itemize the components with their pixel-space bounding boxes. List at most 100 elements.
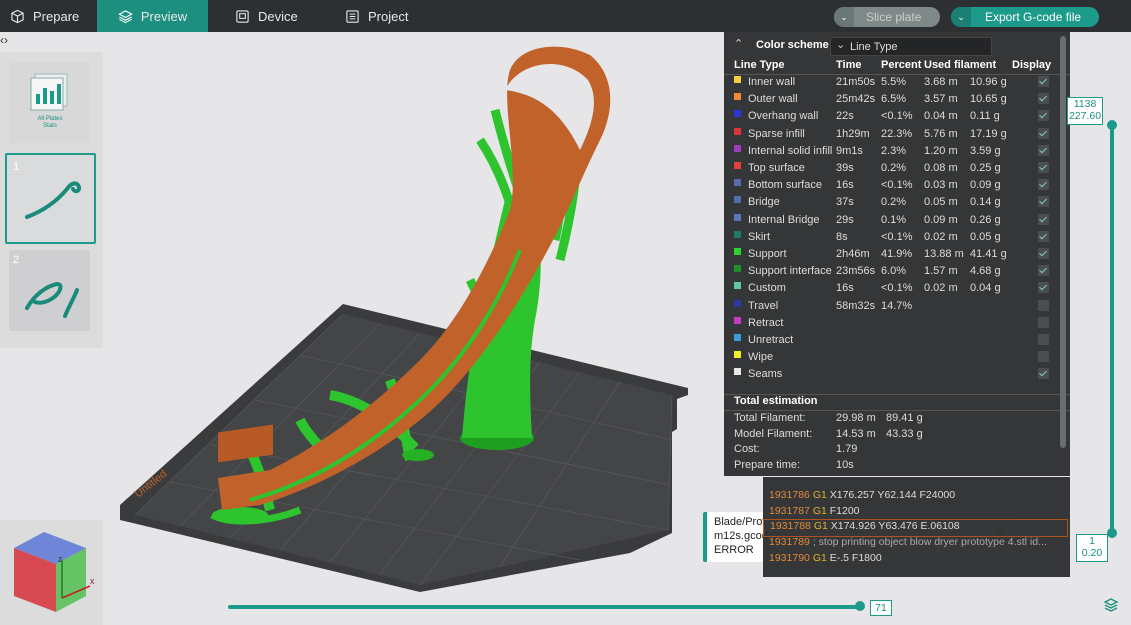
legend-row[interactable]: Retract [724, 316, 1070, 334]
bottom-layer-label: 1 0.20 [1076, 534, 1108, 562]
line-type-time: 37s [836, 196, 854, 209]
gcode-line-number: 1931786 [769, 489, 810, 501]
legend-row[interactable]: Support 2h46m 41.9% 13.88 m 41.41 g [724, 248, 1070, 265]
move-slider[interactable] [228, 601, 865, 611]
display-checkbox[interactable] [1038, 213, 1049, 225]
gcode-line: 1931789 ; stop printing object blow drye… [769, 536, 1047, 552]
display-checkbox[interactable] [1038, 76, 1049, 87]
line-type-weight: 0.25 g [970, 162, 1001, 174]
tab-prepare[interactable]: Prepare [10, 0, 79, 32]
color-swatch [734, 282, 741, 290]
export-gcode-button[interactable]: ⌄ Export G-code file [951, 7, 1099, 27]
total-value-1: 10s [836, 458, 854, 471]
line-type-weight: 10.96 g [970, 76, 1007, 88]
line-type-weight: 0.04 g [970, 282, 1001, 295]
display-checkbox[interactable] [1038, 351, 1049, 363]
legend-row[interactable]: Support interface 23m56s 6.0% 1.57 m 4.68 g [724, 265, 1070, 282]
plate-1-thumbnail[interactable]: 1 [5, 153, 96, 244]
display-checkbox[interactable] [1038, 110, 1049, 122]
legend-scrollbar[interactable] [1060, 36, 1066, 448]
legend-row[interactable]: Outer wall 25m42s 6.5% 3.57 m 10.65 g [724, 93, 1070, 110]
legend-row[interactable]: Unretract [724, 334, 1070, 351]
line-type-length: 0.02 m [924, 230, 958, 243]
legend-row[interactable]: Custom 16s <0.1% 0.02 m 0.04 g [724, 282, 1070, 299]
color-swatch [734, 127, 741, 135]
line-type-weight: 41.41 g [970, 248, 1007, 260]
legend-row[interactable]: Bridge 37s 0.2% 0.05 m 0.14 g [724, 196, 1070, 213]
layer-slider-bottom-thumb[interactable] [1107, 528, 1117, 538]
legend-row[interactable]: Overhang wall 22s <0.1% 0.04 m 0.11 g [724, 110, 1070, 127]
line-type-name: Custom [748, 282, 786, 295]
plate-2-thumbnail[interactable]: 2 [9, 250, 90, 331]
slice-dropdown-icon[interactable]: ⌄ [834, 7, 854, 27]
export-dropdown-icon[interactable]: ⌄ [951, 7, 971, 27]
support-foot [402, 449, 434, 461]
color-swatch [734, 334, 741, 341]
legend-row[interactable]: Skirt 8s <0.1% 0.02 m 0.05 g [724, 230, 1070, 248]
legend-row[interactable]: Internal solid infill 9m1s 2.3% 1.20 m 3.59 … [724, 144, 1070, 162]
line-type-time: 23m56s [836, 265, 876, 278]
legend-row[interactable]: Travel 58m32s 14.7% [724, 299, 1070, 317]
display-checkbox[interactable] [1038, 127, 1049, 139]
legend-row[interactable]: Internal Bridge 29s 0.1% 0.09 m 0.26 g [724, 213, 1070, 231]
display-checkbox[interactable] [1038, 196, 1049, 208]
line-type-name: Retract [748, 316, 784, 329]
line-type-name: Unretract [748, 334, 794, 346]
notification-text-1: Blade/Prot [714, 516, 766, 528]
tab-preview[interactable]: Preview [97, 0, 208, 32]
line-type-percent: 6.5% [881, 93, 907, 106]
color-scheme-label: Color scheme [756, 39, 829, 51]
display-checkbox[interactable] [1038, 282, 1049, 294]
legend-row[interactable]: Sparse infill 1h29m 22.3% 5.76 m 17.19 g [724, 127, 1070, 145]
total-row: Prepare time: 10s [724, 459, 1070, 476]
display-checkbox[interactable] [1038, 248, 1049, 259]
top-layer-number: 1138 [1073, 98, 1097, 110]
layer-slider[interactable] [1107, 120, 1117, 538]
column-used-filament: Used filament [924, 59, 997, 71]
display-checkbox[interactable] [1038, 179, 1049, 191]
display-checkbox[interactable] [1038, 144, 1049, 156]
line-type-length: 0.02 m [924, 282, 958, 295]
stack-view-icon[interactable] [1103, 598, 1119, 612]
line-type-weight: 0.26 g [970, 213, 1001, 226]
color-swatch [734, 144, 741, 152]
display-checkbox[interactable] [1038, 334, 1049, 345]
color-swatch [734, 162, 741, 169]
line-type-time: 8s [836, 230, 848, 243]
gcode-command: G1 [813, 519, 828, 532]
tab-device[interactable]: Device [235, 0, 298, 32]
color-scheme-select[interactable]: ⌄ Line Type [830, 37, 992, 56]
display-checkbox[interactable] [1038, 265, 1049, 277]
slice-plate-button[interactable]: ⌄ Slice plate [834, 7, 940, 27]
tab-preview-label: Preview [140, 8, 188, 24]
top-toolbar: Prepare Preview Device Project ⌄ Slice p… [0, 0, 1131, 32]
total-value-1: 29.98 m [836, 412, 876, 424]
legend-row[interactable]: Bottom surface 16s <0.1% 0.03 m 0.09 g [724, 179, 1070, 196]
tab-project[interactable]: Project [345, 0, 408, 32]
legend-row[interactable]: Inner wall 21m50s 5.5% 3.68 m 10.96 g [724, 76, 1070, 93]
tab-project-label: Project [368, 8, 409, 24]
collapse-sidebar-icon[interactable]: ‹› [0, 33, 16, 49]
display-checkbox[interactable] [1038, 368, 1049, 380]
display-checkbox[interactable] [1038, 230, 1049, 242]
line-type-weight: 3.59 g [970, 144, 1001, 157]
total-value-1: 1.79 [836, 443, 858, 455]
move-slider-thumb[interactable] [855, 601, 865, 611]
line-type-weight: 17.19 g [970, 127, 1007, 140]
line-type-time: 16s [836, 179, 854, 192]
legend-row[interactable]: Wipe [724, 351, 1070, 368]
layer-slider-top-thumb[interactable] [1107, 120, 1117, 130]
display-checkbox[interactable] [1038, 316, 1049, 328]
legend-row[interactable]: Top surface 39s 0.2% 0.08 m 0.25 g [724, 162, 1070, 179]
line-type-length: 13.88 m [924, 248, 964, 260]
display-checkbox[interactable] [1038, 299, 1049, 311]
line-type-weight: 0.11 g [970, 110, 1000, 123]
column-percent: Percent [881, 59, 922, 71]
all-plates-stats-button[interactable]: All Plates Stats [9, 62, 90, 143]
display-checkbox[interactable] [1038, 162, 1049, 173]
collapse-legend-icon[interactable]: ⌃ [734, 37, 743, 50]
line-type-time: 58m32s [836, 299, 876, 312]
display-checkbox[interactable] [1038, 93, 1049, 105]
line-type-percent: 41.9% [881, 248, 913, 260]
legend-row[interactable]: Seams [724, 368, 1070, 385]
